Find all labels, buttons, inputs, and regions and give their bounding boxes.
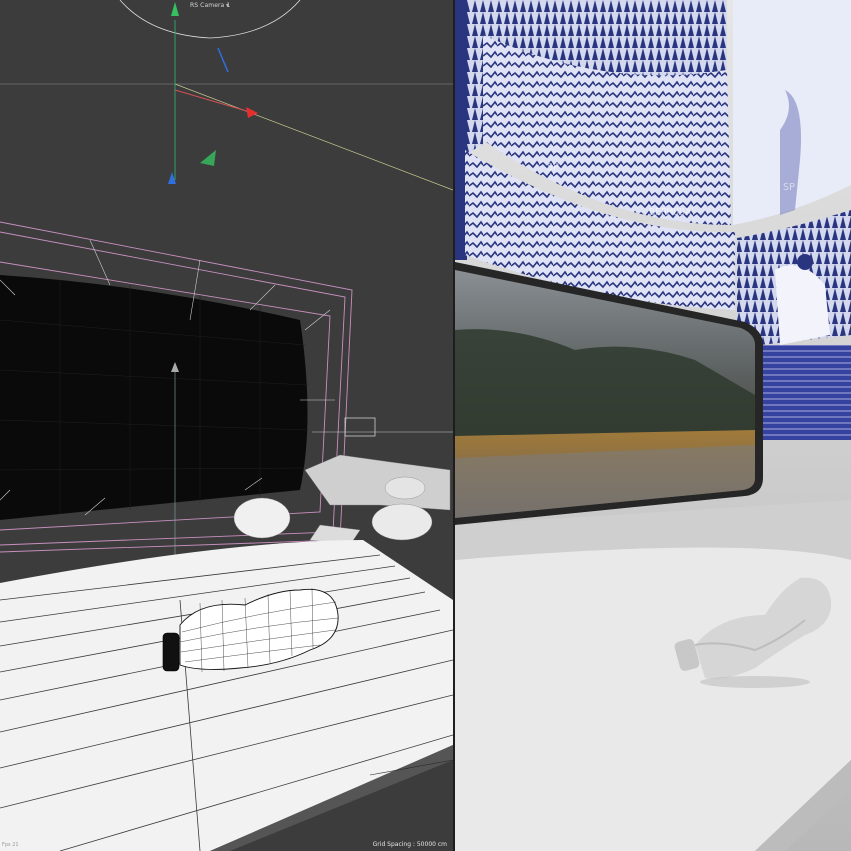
photo-label-2: SP xyxy=(783,182,796,193)
photo-label-1: SP xyxy=(547,162,560,173)
camera-menu-icon[interactable]: ▾ xyxy=(226,2,229,9)
bottle-cap-wire xyxy=(162,632,180,672)
fps-readout: Fps 21 xyxy=(2,842,19,848)
photo-label-3: BERMUDA xyxy=(649,207,692,218)
grid-spacing-readout: Grid Spacing : 50000 cm xyxy=(372,841,447,848)
render-scene xyxy=(455,0,851,851)
plinth-top xyxy=(455,535,851,851)
render-viewport[interactable]: SP SP BERMUDA xyxy=(455,0,851,851)
wireframe-scene[interactable] xyxy=(0,0,453,851)
camera-label[interactable]: RS Camera 1 xyxy=(190,2,230,9)
editor-viewport[interactable]: RS Camera 1 ▾ Grid Spacing : 50000 cm Fp… xyxy=(0,0,453,851)
screen-mesh xyxy=(0,275,308,520)
